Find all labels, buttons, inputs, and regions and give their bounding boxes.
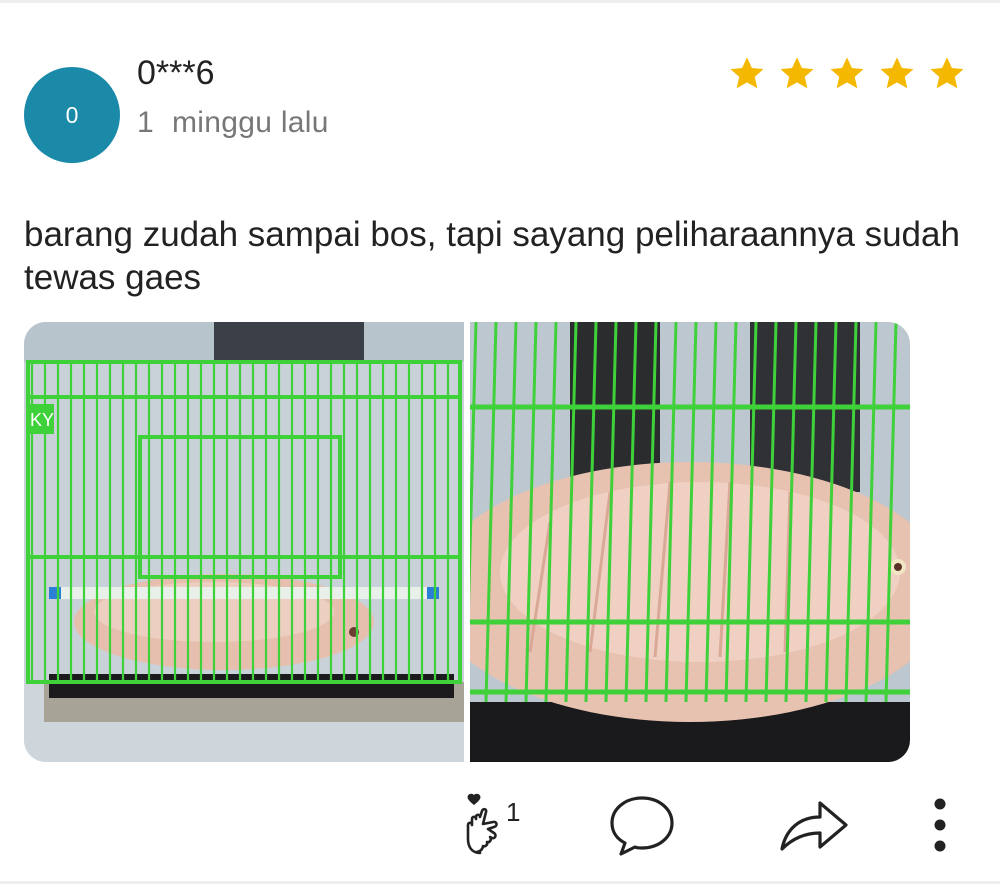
star-icon (880, 57, 914, 89)
comment-icon (610, 796, 674, 856)
star-icon (930, 57, 964, 89)
review-photo-2[interactable] (470, 322, 910, 762)
top-divider (0, 0, 1000, 3)
avatar-letter: 0 (65, 101, 79, 128)
review-text: barang zudah sampai bos, tapi sayang pel… (24, 215, 960, 297)
star-icon (780, 57, 814, 89)
more-options-button[interactable] (920, 790, 960, 860)
review-photo-1[interactable]: KY (24, 322, 464, 762)
timestamp-unit: minggu lalu (172, 106, 329, 139)
fish-in-cage-photo-2 (470, 322, 910, 762)
share-button[interactable] (777, 790, 851, 860)
star-icon (730, 57, 764, 89)
cage-label: KY (30, 410, 54, 430)
share-icon (780, 801, 848, 851)
action-bar (0, 790, 1000, 860)
comment-button[interactable] (605, 790, 679, 860)
like-count: 1 (506, 797, 521, 827)
star-icon (830, 57, 864, 89)
star-rating (728, 55, 966, 93)
more-icon (934, 798, 946, 852)
reviewer-username: 0***6 (137, 54, 215, 92)
fish-in-cage-photo-1: KY (24, 322, 464, 762)
avatar[interactable]: 0 (24, 67, 120, 163)
timestamp-number: 1 (137, 106, 154, 139)
review-timestamp: 1 minggu lalu (137, 106, 329, 140)
